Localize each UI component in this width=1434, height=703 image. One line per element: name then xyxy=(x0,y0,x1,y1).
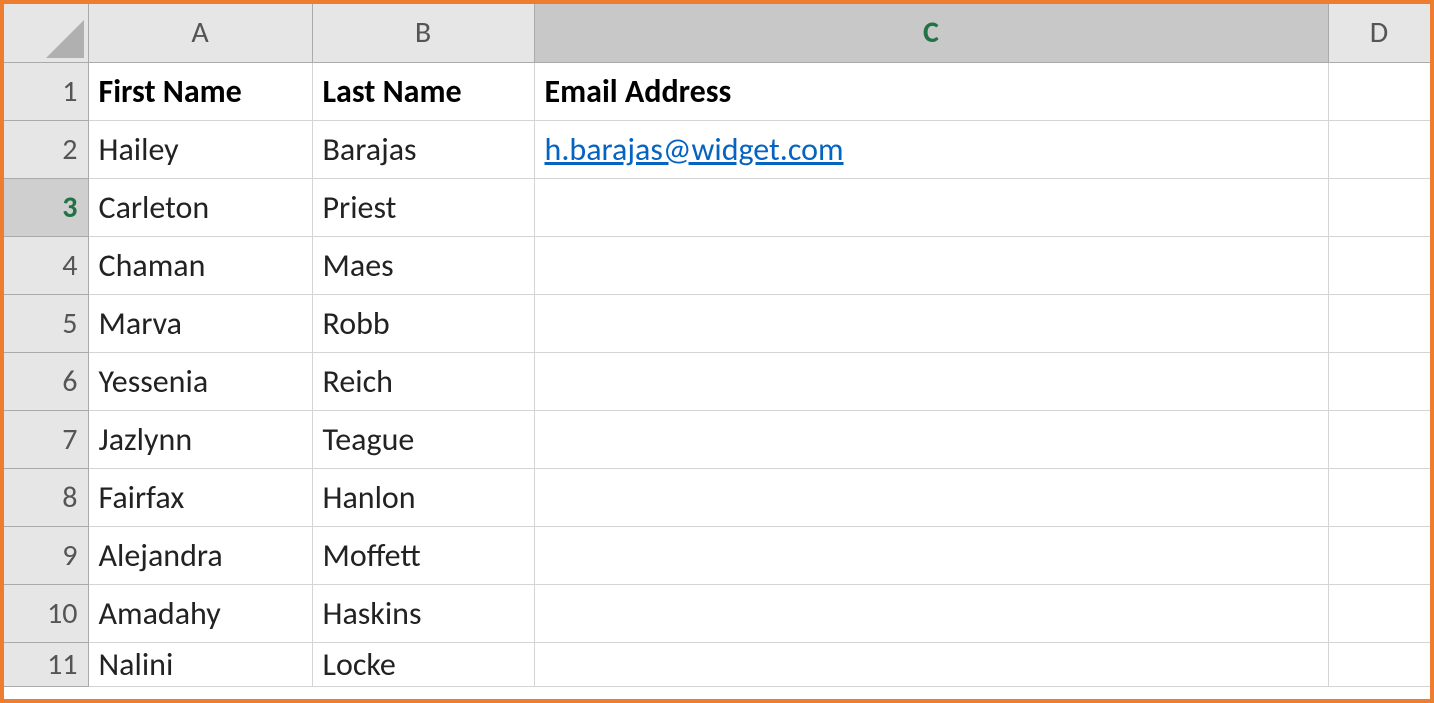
grid-table: A B C D 1 First Name Last Name Email Add… xyxy=(4,4,1430,687)
cell-D7[interactable] xyxy=(1328,410,1430,468)
row-header-1[interactable]: 1 xyxy=(4,62,88,120)
cell-B1[interactable]: Last Name xyxy=(312,62,534,120)
table-row: 3 Carleton Priest xyxy=(4,178,1430,236)
select-all-corner[interactable] xyxy=(4,4,88,62)
cell-A8[interactable]: Fairfax xyxy=(88,468,312,526)
cell-D3[interactable] xyxy=(1328,178,1430,236)
cell-C3[interactable] xyxy=(534,178,1328,236)
row-header-4[interactable]: 4 xyxy=(4,236,88,294)
spreadsheet-grid[interactable]: A B C D 1 First Name Last Name Email Add… xyxy=(4,4,1430,699)
cell-D9[interactable] xyxy=(1328,526,1430,584)
cell-C4[interactable] xyxy=(534,236,1328,294)
cell-D5[interactable] xyxy=(1328,294,1430,352)
cell-B6[interactable]: Reich xyxy=(312,352,534,410)
cell-C10[interactable] xyxy=(534,584,1328,642)
cell-A11[interactable]: Nalini xyxy=(88,642,312,686)
cell-A7[interactable]: Jazlynn xyxy=(88,410,312,468)
row-header-6[interactable]: 6 xyxy=(4,352,88,410)
col-header-D[interactable]: D xyxy=(1328,4,1430,62)
cell-C2[interactable]: h.barajas@widget.com xyxy=(534,120,1328,178)
row-header-3[interactable]: 3 xyxy=(4,178,88,236)
table-row: 10 Amadahy Haskins xyxy=(4,584,1430,642)
cell-A1[interactable]: First Name xyxy=(88,62,312,120)
table-row: 8 Fairfax Hanlon xyxy=(4,468,1430,526)
cell-C6[interactable] xyxy=(534,352,1328,410)
cell-D11[interactable] xyxy=(1328,642,1430,686)
row-header-10[interactable]: 10 xyxy=(4,584,88,642)
cell-B4[interactable]: Maes xyxy=(312,236,534,294)
row-header-7[interactable]: 7 xyxy=(4,410,88,468)
row-header-9[interactable]: 9 xyxy=(4,526,88,584)
cell-C5[interactable] xyxy=(534,294,1328,352)
cell-A5[interactable]: Marva xyxy=(88,294,312,352)
cell-C1[interactable]: Email Address xyxy=(534,62,1328,120)
cell-B5[interactable]: Robb xyxy=(312,294,534,352)
col-header-B[interactable]: B xyxy=(312,4,534,62)
table-row: 2 Hailey Barajas h.barajas@widget.com xyxy=(4,120,1430,178)
cell-A4[interactable]: Chaman xyxy=(88,236,312,294)
row-header-8[interactable]: 8 xyxy=(4,468,88,526)
cell-C9[interactable] xyxy=(534,526,1328,584)
cell-B2[interactable]: Barajas xyxy=(312,120,534,178)
cell-B10[interactable]: Haskins xyxy=(312,584,534,642)
cell-A2[interactable]: Hailey xyxy=(88,120,312,178)
cell-D1[interactable] xyxy=(1328,62,1430,120)
cell-A3[interactable]: Carleton xyxy=(88,178,312,236)
row-header-5[interactable]: 5 xyxy=(4,294,88,352)
table-row: 6 Yessenia Reich xyxy=(4,352,1430,410)
cell-D6[interactable] xyxy=(1328,352,1430,410)
select-all-triangle-icon xyxy=(46,20,84,58)
cell-B9[interactable]: Moffett xyxy=(312,526,534,584)
cell-B7[interactable]: Teague xyxy=(312,410,534,468)
cell-B11[interactable]: Locke xyxy=(312,642,534,686)
table-row: 5 Marva Robb xyxy=(4,294,1430,352)
table-row: 11 Nalini Locke xyxy=(4,642,1430,686)
cell-D8[interactable] xyxy=(1328,468,1430,526)
table-row: 9 Alejandra Moffett xyxy=(4,526,1430,584)
col-header-C[interactable]: C xyxy=(534,4,1328,62)
col-header-A[interactable]: A xyxy=(88,4,312,62)
table-row: 7 Jazlynn Teague xyxy=(4,410,1430,468)
table-row: 4 Chaman Maes xyxy=(4,236,1430,294)
cell-B3[interactable]: Priest xyxy=(312,178,534,236)
cell-A9[interactable]: Alejandra xyxy=(88,526,312,584)
cell-D2[interactable] xyxy=(1328,120,1430,178)
cell-B8[interactable]: Hanlon xyxy=(312,468,534,526)
cell-D4[interactable] xyxy=(1328,236,1430,294)
cell-A10[interactable]: Amadahy xyxy=(88,584,312,642)
cell-D10[interactable] xyxy=(1328,584,1430,642)
row-header-11[interactable]: 11 xyxy=(4,642,88,686)
cell-C8[interactable] xyxy=(534,468,1328,526)
column-header-row: A B C D xyxy=(4,4,1430,62)
cell-C11[interactable] xyxy=(534,642,1328,686)
row-header-2[interactable]: 2 xyxy=(4,120,88,178)
table-row: 1 First Name Last Name Email Address xyxy=(4,62,1430,120)
cell-C7[interactable] xyxy=(534,410,1328,468)
cell-A6[interactable]: Yessenia xyxy=(88,352,312,410)
